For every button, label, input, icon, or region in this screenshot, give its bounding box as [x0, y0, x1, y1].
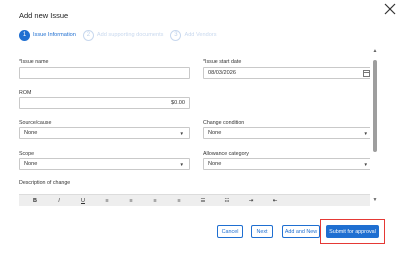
rom-label: ROM — [19, 90, 32, 96]
submit-for-approval-button[interactable]: Submit for approval — [326, 225, 379, 238]
step-add-supporting-documents[interactable]: 2 Add supporting documents — [82, 29, 164, 41]
step-label: Add supporting documents — [96, 32, 164, 38]
scroll-thumb[interactable] — [373, 60, 377, 152]
step-label: Add Vendors — [184, 32, 217, 38]
step-label: Issue Information — [33, 32, 76, 38]
align-center-icon[interactable]: ≡ — [123, 198, 139, 204]
cancel-button[interactable]: Cancel — [217, 225, 243, 238]
issue-start-date-label: *Issue start date — [203, 59, 242, 65]
issue-form: *Issue name *Issue start date 08/03/2026… — [0, 52, 370, 252]
bulleted-list-icon[interactable]: ☰ — [195, 198, 211, 204]
outdent-icon[interactable]: ⇤ — [267, 198, 283, 204]
allowance-category-value: None — [208, 161, 222, 167]
chevron-down-icon: ▼ — [363, 131, 368, 136]
dialog-title: Add new Issue — [19, 11, 69, 20]
align-justify-icon[interactable]: ≡ — [171, 198, 187, 204]
step-number: 2 — [82, 29, 94, 41]
chevron-down-icon: ▼ — [179, 162, 184, 167]
step-add-vendors[interactable]: 3 Add Vendors — [170, 29, 217, 41]
change-condition-value: None — [208, 130, 222, 136]
source-cause-select[interactable]: None ▼ — [19, 127, 190, 139]
issue-start-date-value: 08/03/2026 — [208, 70, 236, 76]
align-right-icon[interactable]: ≡ — [147, 198, 163, 204]
italic-button[interactable]: I — [51, 198, 67, 204]
calendar-icon[interactable] — [363, 70, 370, 77]
allowance-category-label: Allowance category — [203, 151, 249, 157]
change-condition-select[interactable]: None ▼ — [203, 127, 370, 139]
close-icon — [384, 3, 396, 15]
issue-start-date-input[interactable]: 08/03/2026 — [203, 67, 370, 79]
bold-button[interactable]: B — [27, 198, 43, 204]
underline-button[interactable]: U — [75, 198, 91, 204]
allowance-category-select[interactable]: None ▼ — [203, 158, 370, 170]
add-and-new-button[interactable]: Add and New — [282, 225, 320, 238]
align-left-icon[interactable]: ≡ — [99, 198, 115, 204]
rom-input[interactable]: $0.00 — [19, 97, 190, 109]
source-cause-label: Source/cause — [19, 120, 52, 126]
scroll-down-icon[interactable]: ▼ — [372, 197, 378, 203]
close-dialog-button[interactable] — [382, 1, 398, 17]
description-label: Description of change — [19, 180, 71, 186]
step-number: 3 — [170, 29, 182, 41]
step-issue-information[interactable]: 1 Issue Information — [19, 29, 76, 41]
issue-name-label: *Issue name — [19, 59, 49, 65]
wizard-steps: 1 Issue Information 2 Add supporting doc… — [19, 28, 224, 42]
editor-toolbar: B I U ≡ ≡ ≡ ≡ ☰ ☷ ⇥ ⇤ — [19, 194, 370, 206]
change-condition-label: Change condition — [203, 120, 245, 126]
numbered-list-icon[interactable]: ☷ — [219, 198, 235, 204]
form-scrollbar[interactable]: ▲ ▼ — [371, 48, 379, 203]
scope-label: Scope — [19, 151, 35, 157]
issue-name-input[interactable] — [19, 67, 190, 79]
step-number: 1 — [19, 29, 30, 41]
scope-select[interactable]: None ▼ — [19, 158, 190, 170]
chevron-down-icon: ▼ — [363, 162, 368, 167]
source-cause-value: None — [24, 130, 38, 136]
chevron-down-icon: ▼ — [179, 131, 184, 136]
next-button[interactable]: Next — [251, 225, 273, 238]
scope-value: None — [24, 161, 38, 167]
indent-icon[interactable]: ⇥ — [243, 198, 259, 204]
scroll-up-icon[interactable]: ▲ — [372, 48, 378, 54]
